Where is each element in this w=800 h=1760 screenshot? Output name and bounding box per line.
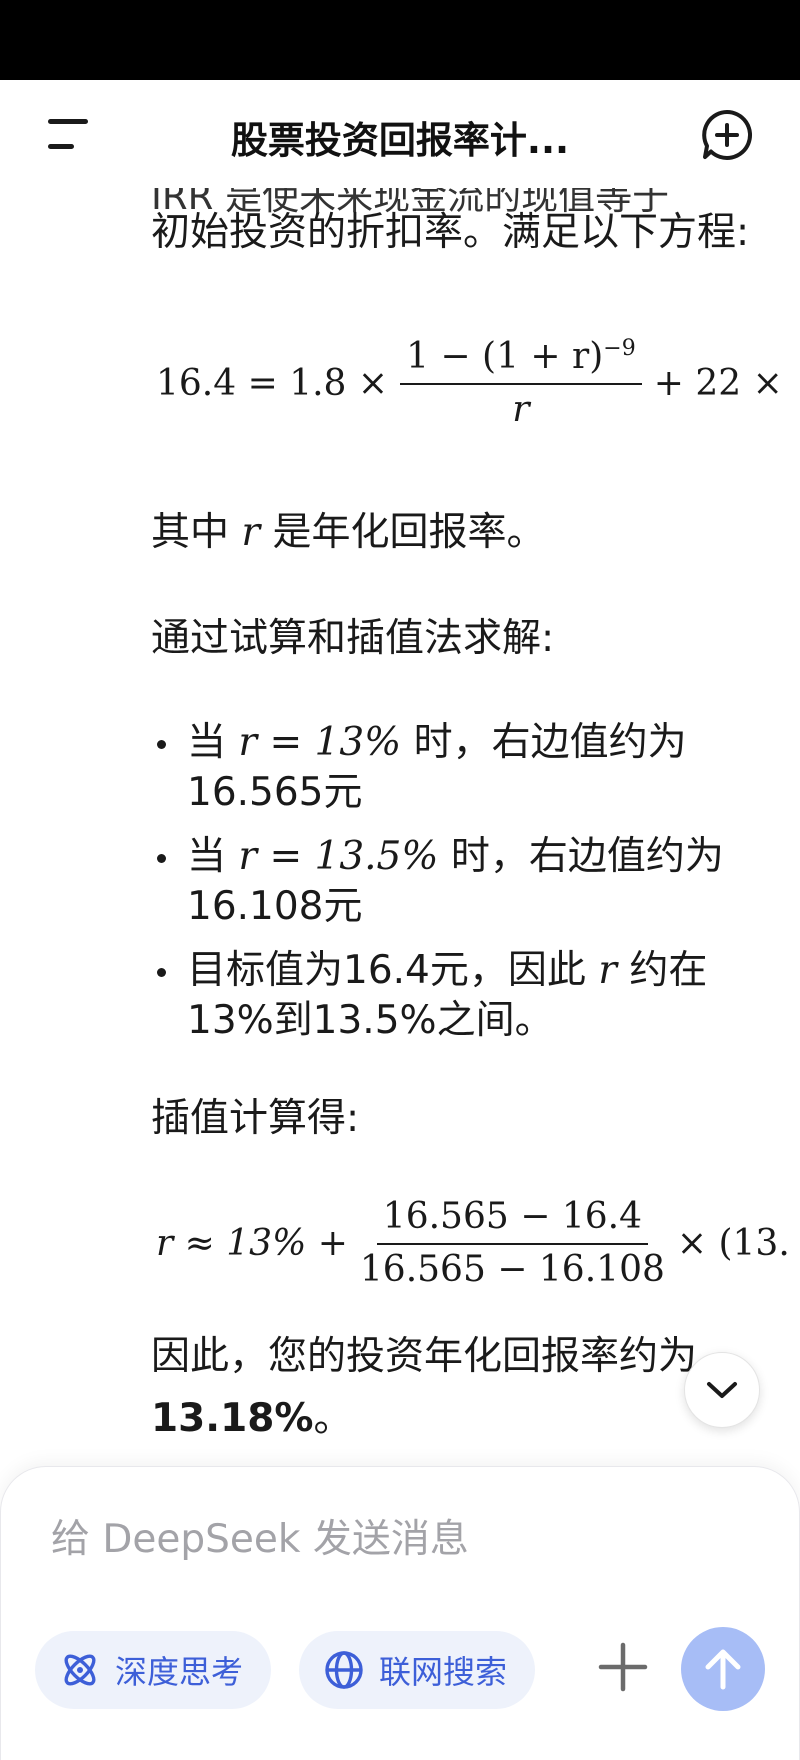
bullet-math: r = 13% (238, 720, 402, 765)
conclusion-sentence: 因此，您的投资年化回报率约为 (151, 1334, 698, 1379)
deep-think-toggle[interactable]: 深度思考 (35, 1631, 272, 1709)
list-item: 目标值为16.4元，因此 r 约在13%到13.5%之间。 (151, 946, 751, 1046)
deep-think-label: 深度思考 (115, 1653, 244, 1691)
exponent: −9 (603, 336, 636, 361)
fraction-numerator: 16.565 − 16.4 (376, 1196, 648, 1245)
status-bar (0, 0, 800, 80)
conclusion-text: 因此，您的投资年化回报率约为 13.18%。 (151, 1326, 711, 1450)
atom-icon (64, 1654, 96, 1686)
conclusion-end: 。 (313, 1396, 353, 1441)
where-suffix: 是年化回报率。 (272, 510, 546, 555)
new-chat-icon (702, 110, 753, 160)
plus-icon (598, 1642, 648, 1692)
result-value: 13.18% (151, 1396, 314, 1441)
where-text: 其中 r 是年化回报率。 (151, 502, 751, 564)
message-content: IRR 是使未来现金流的现值等于 初始投资的折扣率。满足以下方程: 16.4 =… (0, 188, 800, 1458)
message-composer: 深度思考 联网搜索 (0, 1466, 800, 1760)
globe-icon (325, 1651, 363, 1689)
bullet-text: 目标值为16.4元，因此 (187, 948, 586, 993)
equation-lhs: r ≈ 13% + (156, 1222, 348, 1264)
equation-tail: × (13. (676, 1222, 790, 1264)
web-search-label: 联网搜索 (379, 1653, 508, 1691)
method-text: 通过试算和插值法求解: (151, 616, 555, 661)
fraction-denominator: 16.565 − 16.108 (359, 1249, 665, 1290)
menu-icon (48, 119, 88, 149)
equation-lhs: 16.4 = 1.8 × (156, 362, 389, 404)
scroll-to-bottom-button[interactable] (684, 1352, 760, 1428)
bullet-math: r = 13.5% (238, 834, 439, 879)
equation-fraction: 16.565 − 16.4 16.565 − 16.108 (360, 1196, 665, 1290)
fraction-denominator: r (512, 389, 530, 430)
fraction-numerator: 1 − (1 + r) (406, 336, 604, 377)
where-variable: r (241, 510, 261, 555)
menu-button[interactable] (46, 116, 94, 152)
interpolation-label: 插值计算得: (151, 1096, 360, 1141)
equation-tail: + 22 × (653, 362, 783, 404)
interpolation-equation: r ≈ 13% + 16.565 − 16.4 16.565 − 16.108 … (156, 1196, 790, 1290)
irr-equation: 16.4 = 1.8 × 1 − (1 + r)−9 r + 22 × (156, 336, 783, 430)
top-bar: 股票投资回报率计... (0, 80, 800, 188)
web-search-toggle[interactable]: 联网搜索 (299, 1631, 536, 1709)
trial-list: 当 r = 13% 时，右边值约为16.565元 当 r = 13.5% 时，右… (151, 718, 751, 1060)
intro-text: 初始投资的折扣率。满足以下方程: (151, 210, 750, 255)
conversation-title: 股票投资回报率计... (230, 119, 570, 162)
bullet-text: 当 (187, 834, 227, 879)
bullet-math: r (598, 948, 617, 993)
list-item: 当 r = 13% 时，右边值约为16.565元 (151, 718, 751, 818)
message-input[interactable] (51, 1509, 741, 1569)
where-prefix: 其中 (151, 510, 230, 555)
send-button[interactable] (681, 1627, 765, 1711)
bullet-text: 当 (187, 720, 227, 765)
arrow-up-icon (705, 1649, 741, 1690)
attach-button[interactable] (595, 1639, 651, 1695)
list-item: 当 r = 13.5% 时，右边值约为16.108元 (151, 832, 751, 932)
equation-fraction: 1 − (1 + r)−9 r (400, 336, 642, 430)
chevron-down-icon (707, 1382, 737, 1398)
new-chat-button[interactable] (700, 108, 754, 162)
